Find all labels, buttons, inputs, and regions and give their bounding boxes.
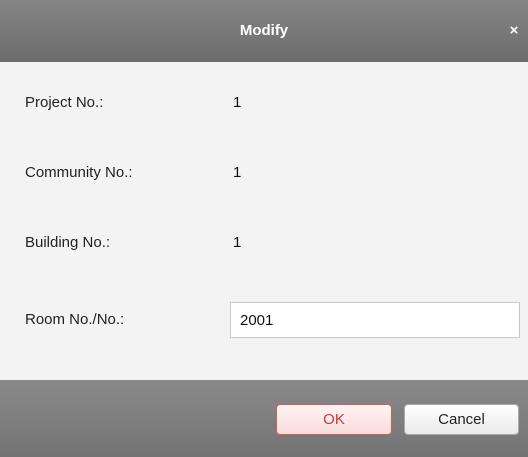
community-no-label: Community No.:	[25, 164, 133, 181]
ok-button[interactable]: OK	[276, 404, 392, 435]
room-no-label: Room No./No.:	[25, 311, 125, 328]
building-no-label: Building No.:	[25, 234, 111, 251]
close-icon[interactable]: ×	[506, 0, 522, 62]
cancel-button[interactable]: Cancel	[404, 404, 519, 435]
dialog-titlebar: Modify ×	[0, 0, 528, 62]
project-no-label: Project No.:	[25, 94, 104, 111]
modify-dialog: Modify × Project No.: 1 Community No.: 1…	[0, 0, 528, 457]
room-no-input[interactable]	[230, 302, 520, 338]
building-no-value: 1	[233, 234, 242, 251]
project-no-value: 1	[233, 94, 242, 111]
community-no-value: 1	[233, 164, 242, 181]
dialog-title: Modify	[239, 22, 289, 39]
